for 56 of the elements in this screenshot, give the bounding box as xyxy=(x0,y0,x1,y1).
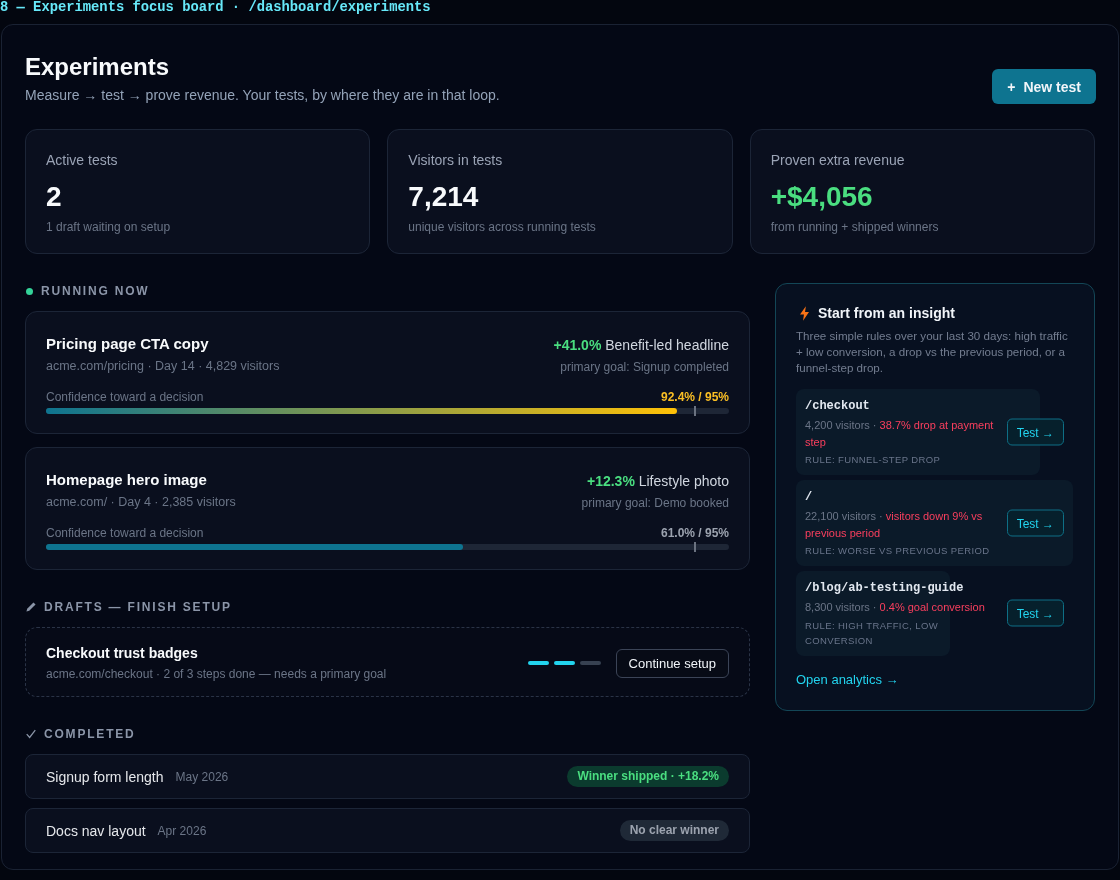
confidence-reading: 92.4% / 95% xyxy=(660,389,729,405)
section-heading: RUNNING NOW xyxy=(41,284,150,298)
confidence-label: Confidence toward a decision xyxy=(46,389,204,405)
test-button[interactable]: Test → xyxy=(1006,509,1064,537)
stat-label: Active tests xyxy=(46,151,119,170)
stat-label: Proven extra revenue xyxy=(770,151,906,170)
goal-text: primary goal: Signup completed xyxy=(559,359,729,375)
goal-text: primary goal: Demo booked xyxy=(581,495,729,511)
section-heading: DRAFTS — FINISH SETUP xyxy=(44,600,232,614)
confidence-reading: 61.0% / 95% xyxy=(660,525,729,541)
lightning-icon xyxy=(800,305,809,321)
lift-summary: +12.3% Lifestyle photo xyxy=(585,472,729,491)
pencil-icon xyxy=(26,602,36,612)
insight-stats: 22,100 visitors · visitors down 9% vs previous period xyxy=(805,509,984,541)
test-name: Docs nav layout xyxy=(46,822,146,839)
insight-stats: 8,300 visitors · 0.4% goal conversion xyxy=(805,600,986,615)
check-icon xyxy=(26,729,36,739)
test-name: Signup form length xyxy=(46,768,164,785)
open-analytics-link[interactable]: Open analytics → xyxy=(796,670,899,689)
draft-name: Checkout trust badges xyxy=(46,644,199,662)
rule-label: RULE: WORSE VS PREVIOUS PERIOD xyxy=(805,544,991,558)
section-heading: COMPLETED xyxy=(44,727,136,741)
confidence-label: Confidence toward a decision xyxy=(46,525,204,541)
insight-title: Start from an insight xyxy=(818,305,955,321)
stat-label: Visitors in tests xyxy=(408,151,504,170)
result-badge: No clear winner xyxy=(619,820,729,841)
draft-meta: acme.com/checkout · 2 of 3 steps done — needs a primary goal xyxy=(46,666,387,682)
rule-label: RULE: HIGH TRAFFIC, LOW CONVERSION xyxy=(805,618,940,648)
test-meta: acme.com/ · Day 4 · 2,385 visitors xyxy=(46,494,236,511)
page-path: /checkout xyxy=(805,398,870,415)
page-caption: 8 — Experiments focus board · /dashboard/experiments xyxy=(0,0,432,16)
lift-summary: +41.0% Benefit-led headline xyxy=(553,336,729,355)
test-name: Pricing page CTA copy xyxy=(46,334,210,354)
test-date: Apr 2026 xyxy=(157,823,207,838)
test-date: May 2026 xyxy=(175,769,229,784)
insight-description: Three simple rules over your last 30 days: high traffic + low conversion, a drop vs the previous period, or a funnel-step drop. xyxy=(796,328,1069,376)
test-meta: acme.com/pricing · Day 14 · 4,829 visitors xyxy=(46,358,280,375)
new-test-button[interactable]: + New test xyxy=(992,69,1096,104)
stat-note: unique visitors across running tests xyxy=(408,219,597,235)
dot-icon xyxy=(26,287,33,295)
page-path: /blog/ab-testing-guide xyxy=(805,580,964,597)
test-button[interactable]: Test → xyxy=(1006,418,1064,446)
rule-label: RULE: FUNNEL-STEP DROP xyxy=(805,453,942,467)
continue-setup-button[interactable]: Continue setup xyxy=(615,648,729,678)
stat-note: 1 draft waiting on setup xyxy=(46,219,172,235)
test-button[interactable]: Test → xyxy=(1006,599,1064,627)
result-badge: Winner shipped · +18.2% xyxy=(567,766,729,787)
stat-value: +$4,056 xyxy=(770,180,874,214)
stat-value: 2 xyxy=(46,180,63,214)
insight-stats: 4,200 visitors · 38.7% drop at payment step xyxy=(805,418,995,450)
page-title: Experiments xyxy=(25,52,171,82)
page-path: / xyxy=(805,489,813,506)
page-subtitle: Measure → test → prove revenue. Your tests, by where they are in that loop. xyxy=(25,86,500,104)
stat-value: 7,214 xyxy=(408,180,480,214)
test-name: Homepage hero image xyxy=(46,470,208,490)
stat-note: from running + shipped winners xyxy=(770,219,940,235)
